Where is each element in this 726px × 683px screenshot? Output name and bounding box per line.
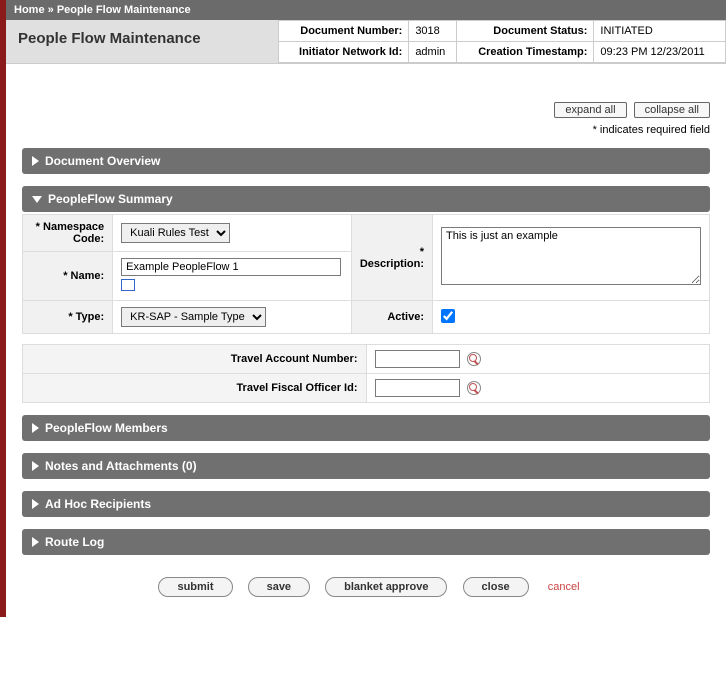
chevron-right-icon xyxy=(32,156,39,166)
lookup-icon[interactable] xyxy=(467,381,481,395)
active-checkbox[interactable] xyxy=(441,309,455,323)
section-title: Route Log xyxy=(45,535,104,549)
summary-form: * Namespace Code: Kuali Rules Test * Des… xyxy=(22,214,710,334)
doc-status-value: INITIATED xyxy=(594,21,726,42)
page-title: People Flow Maintenance xyxy=(6,20,278,63)
header: People Flow Maintenance Document Number:… xyxy=(6,20,726,64)
section-title: PeopleFlow Members xyxy=(45,421,168,435)
breadcrumb-home[interactable]: Home xyxy=(14,4,45,16)
account-label: Travel Account Number: xyxy=(23,345,367,374)
description-textarea[interactable] xyxy=(441,227,701,285)
active-label: Active: xyxy=(351,301,432,334)
namespace-select[interactable]: Kuali Rules Test xyxy=(121,223,230,243)
section-peopleflow-members[interactable]: PeopleFlow Members xyxy=(22,415,710,441)
attributes-table: Travel Account Number: Travel Fiscal Off… xyxy=(22,344,710,403)
book-icon[interactable] xyxy=(121,279,135,291)
initiator-label: Initiator Network Id: xyxy=(279,42,409,63)
type-label: * Type: xyxy=(23,301,113,334)
chevron-right-icon xyxy=(32,423,39,433)
doc-number-value: 3018 xyxy=(409,21,457,42)
section-document-overview[interactable]: Document Overview xyxy=(22,148,710,174)
submit-button[interactable]: submit xyxy=(158,577,232,597)
lookup-icon[interactable] xyxy=(467,352,481,366)
save-button[interactable]: save xyxy=(248,577,310,597)
blanket-approve-button[interactable]: blanket approve xyxy=(325,577,447,597)
section-title: Document Overview xyxy=(45,154,160,168)
breadcrumb-current: People Flow Maintenance xyxy=(57,4,191,16)
chevron-right-icon xyxy=(32,499,39,509)
section-adhoc-recipients[interactable]: Ad Hoc Recipients xyxy=(22,491,710,517)
timestamp-label: Creation Timestamp: xyxy=(457,42,594,63)
description-label: * Description: xyxy=(351,215,432,301)
section-peopleflow-summary[interactable]: PeopleFlow Summary xyxy=(22,186,710,212)
required-note: * indicates required field xyxy=(22,124,710,136)
name-label: * Name: xyxy=(23,252,113,301)
doc-number-label: Document Number: xyxy=(279,21,409,42)
section-title: Ad Hoc Recipients xyxy=(45,497,151,511)
doc-info: Document Number: 3018 Document Status: I… xyxy=(278,20,726,63)
section-notes-attachments[interactable]: Notes and Attachments (0) xyxy=(22,453,710,479)
breadcrumb: Home » People Flow Maintenance xyxy=(6,0,726,20)
timestamp-value: 09:23 PM 12/23/2011 xyxy=(594,42,726,63)
officer-input[interactable] xyxy=(375,379,460,397)
doc-status-label: Document Status: xyxy=(457,21,594,42)
collapse-all-button[interactable]: collapse all xyxy=(634,102,710,118)
expand-all-button[interactable]: expand all xyxy=(554,102,626,118)
account-input[interactable] xyxy=(375,350,460,368)
name-input[interactable] xyxy=(121,258,341,276)
action-buttons: submit save blanket approve close cancel xyxy=(22,577,710,597)
section-title: Notes and Attachments (0) xyxy=(45,459,197,473)
close-button[interactable]: close xyxy=(463,577,529,597)
officer-label: Travel Fiscal Officer Id: xyxy=(23,374,367,403)
section-route-log[interactable]: Route Log xyxy=(22,529,710,555)
namespace-label: * Namespace Code: xyxy=(23,215,113,252)
type-select[interactable]: KR-SAP - Sample Type xyxy=(121,307,266,327)
breadcrumb-sep: » xyxy=(48,4,54,16)
cancel-link[interactable]: cancel xyxy=(548,581,580,593)
chevron-down-icon xyxy=(32,196,42,203)
chevron-right-icon xyxy=(32,461,39,471)
chevron-right-icon xyxy=(32,537,39,547)
initiator-value: admin xyxy=(409,42,457,63)
section-title: PeopleFlow Summary xyxy=(48,192,173,206)
